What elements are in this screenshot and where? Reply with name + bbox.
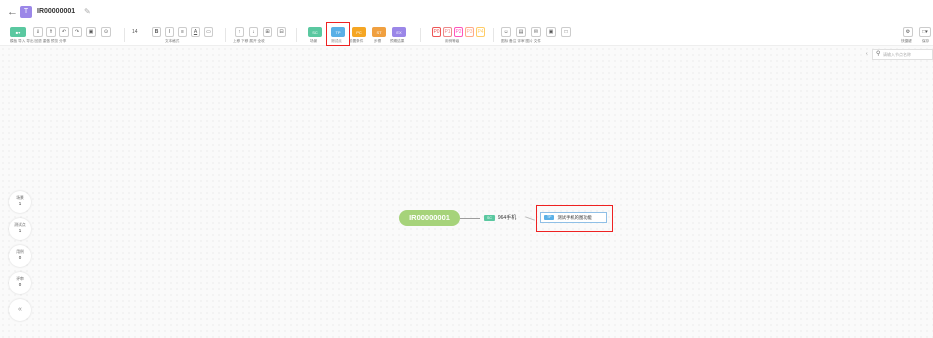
search-placeholder: 请输入节点名称 xyxy=(883,52,911,57)
export-button[interactable]: ⇑ xyxy=(46,27,56,37)
image-button[interactable]: ▣ xyxy=(546,27,556,37)
move-down-button[interactable]: ↓ xyxy=(249,27,258,37)
node-type-expected[interactable]: EX xyxy=(392,27,406,37)
test-point-node[interactable]: TP 测试手机的图功能 xyxy=(540,212,607,223)
back-arrow-icon[interactable]: ← xyxy=(7,6,18,18)
highlight-box-test-point-tool xyxy=(326,22,350,46)
priority-p3[interactable]: P3 xyxy=(465,27,474,37)
toolbar-divider xyxy=(225,28,226,42)
node-search-input[interactable]: ⚲ 请输入节点名称 xyxy=(872,49,933,60)
move-up-button[interactable]: ↑ xyxy=(235,27,244,37)
stat-review: 评审 0 xyxy=(9,272,31,294)
preview-button[interactable]: ▣ xyxy=(86,27,96,37)
font-color-button[interactable]: A xyxy=(191,27,200,37)
edit-pencil-icon[interactable]: ✎ xyxy=(84,6,93,17)
toolbar-divider xyxy=(296,28,297,42)
test-point-tag: TP xyxy=(544,215,555,221)
toolbar-caption-structure: 上移 下移 展开 全收 xyxy=(233,39,265,43)
toolbar-divider xyxy=(493,28,494,42)
priority-p1[interactable]: P1 xyxy=(443,27,452,37)
node-type-precondition[interactable]: PC xyxy=(352,27,366,37)
save-label: 保存 xyxy=(922,39,930,43)
toolbar-caption-file: 模板 导入 导出 回退 重做 预览 分享 xyxy=(10,39,67,43)
toolbar-caption-extra: 图标 备注 评审 图片 文件 xyxy=(501,39,541,43)
search-icon: ⚲ xyxy=(876,51,881,57)
chevron-left-icon[interactable]: « xyxy=(9,299,31,321)
stat-case: 用例 0 xyxy=(9,245,31,267)
stat-test-point: 测试点 1 xyxy=(9,218,31,240)
note-button[interactable]: ▤ xyxy=(516,27,526,37)
toolbar-caption-priority: 用例等级 xyxy=(445,39,460,43)
connector-line xyxy=(460,218,480,219)
priority-p2[interactable]: P2 xyxy=(454,27,463,37)
review-button[interactable]: ✉ xyxy=(531,27,541,37)
node-type-scene[interactable]: SC xyxy=(308,27,322,37)
mindmap-editor: ← T IR00000001 ✎ ■▾ ⇓ ⇑ ↶ ↷ ▣ ⊙ 模板 导入 导出… xyxy=(0,0,933,338)
bold-button[interactable]: B xyxy=(152,27,161,37)
toolbar: ■▾ ⇓ ⇑ ↶ ↷ ▣ ⊙ 模板 导入 导出 回退 重做 预览 分享 14 B… xyxy=(0,24,933,46)
scene-node[interactable]: SC 964手机 xyxy=(484,215,516,222)
title-bar: ← T IR00000001 ✎ xyxy=(0,0,933,24)
chevron-left-small-icon[interactable]: ‹ xyxy=(866,51,868,57)
scene-tag: SC xyxy=(484,215,495,221)
background-color-button[interactable]: ▭ xyxy=(204,27,213,37)
priority-p4[interactable]: P4 xyxy=(476,27,485,37)
toolbar-divider xyxy=(124,28,125,42)
mindmap-canvas[interactable]: 场景 1 测试点 1 用例 0 评审 0 xyxy=(0,46,933,338)
undo-button[interactable]: ↶ xyxy=(59,27,69,37)
doc-title: IR00000001 xyxy=(37,8,76,15)
import-button[interactable]: ⇓ xyxy=(33,27,43,37)
node-type-label-expected: 预期结果 xyxy=(390,39,405,43)
shortcut-icon[interactable]: ⚙ xyxy=(903,27,913,37)
share-button[interactable]: ⊙ xyxy=(101,27,111,37)
redo-button[interactable]: ↷ xyxy=(72,27,82,37)
stat-scene: 场景 1 xyxy=(9,191,31,213)
save-icon[interactable]: □▾ xyxy=(919,27,931,37)
node-type-label-precondition: 前置条件 xyxy=(349,39,364,43)
toolbar-caption-format: 文本格式 xyxy=(165,39,180,43)
collapse-all-button[interactable]: ⊟ xyxy=(277,27,286,37)
expand-button[interactable]: ⊞ xyxy=(263,27,272,37)
root-node[interactable]: IR00000001 xyxy=(399,210,460,226)
scene-node-text: 964手机 xyxy=(497,215,517,221)
template-button[interactable]: ■▾ xyxy=(10,27,26,37)
node-type-label-scene: 场景 xyxy=(310,39,318,43)
italic-button[interactable]: I xyxy=(165,27,174,37)
file-button[interactable]: □ xyxy=(561,27,571,37)
font-size-select[interactable]: 14 xyxy=(132,27,150,37)
toolbar-divider xyxy=(420,28,421,42)
shortcut-label: 快捷键 xyxy=(901,39,912,43)
strikethrough-button[interactable]: ≡ xyxy=(178,27,187,37)
priority-p0[interactable]: P0 xyxy=(432,27,441,37)
node-type-label-step: 步骤 xyxy=(374,39,382,43)
icon-button[interactable]: ☺ xyxy=(501,27,511,37)
node-type-step[interactable]: ST xyxy=(372,27,386,37)
doc-badge: T xyxy=(20,6,32,18)
test-point-node-text: 测试手机的图功能 xyxy=(557,215,592,220)
